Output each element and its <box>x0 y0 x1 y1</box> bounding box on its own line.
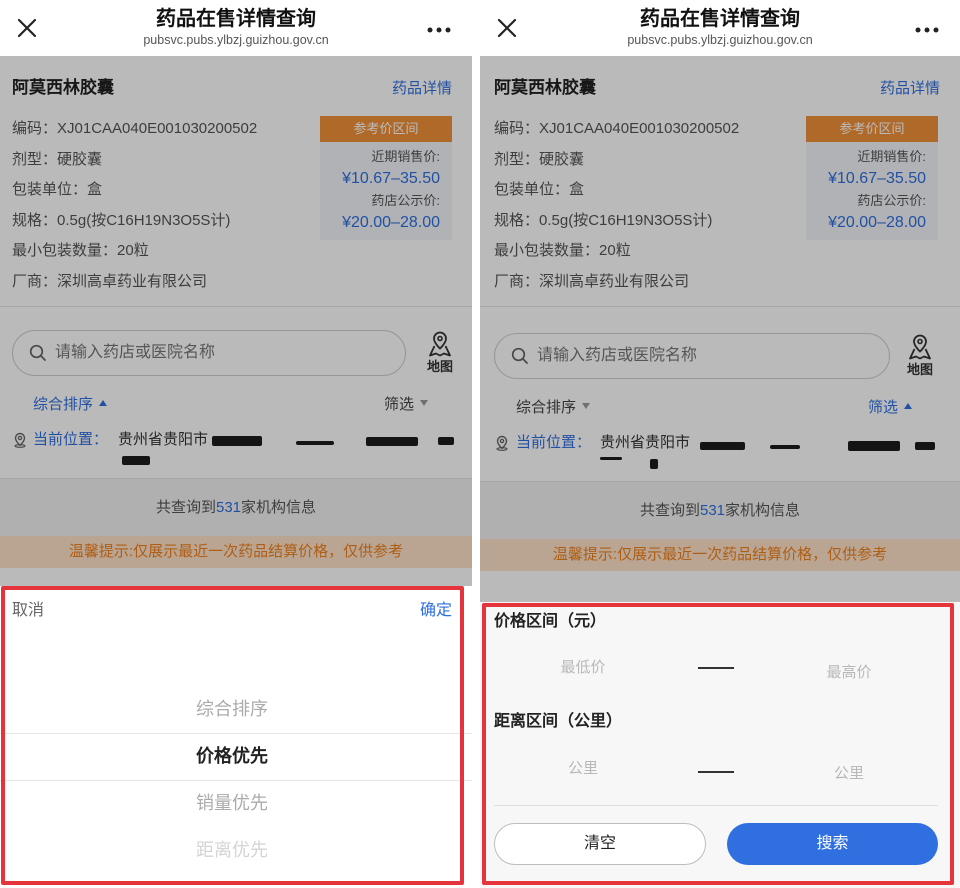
more-button[interactable] <box>914 18 940 42</box>
more-icon <box>915 27 939 33</box>
picker-cancel-button[interactable]: 取消 <box>12 601 44 621</box>
more-icon <box>427 27 451 33</box>
screen-sort-picker: 药品在售详情查询 pubsvc.pubs.ylbzj.guizhou.gov.c… <box>0 0 472 888</box>
screen-filter-panel: 药品在售详情查询 pubsvc.pubs.ylbzj.guizhou.gov.c… <box>480 0 960 888</box>
price-range-title: 价格区间（元） <box>494 613 607 630</box>
price-min-input[interactable] <box>498 652 668 682</box>
page-title: 药品在售详情查询 <box>156 8 316 30</box>
more-button[interactable] <box>426 18 452 42</box>
nav-header: 药品在售详情查询 pubsvc.pubs.ylbzj.guizhou.gov.c… <box>0 0 472 56</box>
distance-range-title: 距离区间（公里） <box>494 713 623 730</box>
page-domain: pubsvc.pubs.ylbzj.guizhou.gov.cn <box>627 33 813 47</box>
distance-max-input[interactable] <box>764 758 934 788</box>
picker-confirm-button[interactable]: 确定 <box>420 601 452 621</box>
clear-button[interactable]: 清空 <box>494 823 706 865</box>
divider <box>494 805 938 806</box>
price-max-input[interactable] <box>764 657 934 687</box>
filter-sheet: 价格区间（元） 距离区间（公里） 清空 搜索 <box>480 602 960 888</box>
nav-header: 药品在售详情查询 pubsvc.pubs.ylbzj.guizhou.gov.c… <box>480 0 960 56</box>
distance-min-input[interactable] <box>498 753 668 783</box>
range-dash <box>698 667 734 669</box>
picker-option[interactable]: 价格优先 <box>0 733 464 780</box>
range-dash <box>698 771 734 773</box>
sort-picker-sheet: 取消 确定 综合排序 价格优先 销量优先 距离优先 <box>0 586 472 888</box>
picker-option[interactable]: 综合排序 <box>0 686 464 733</box>
sort-picker-options[interactable]: 综合排序 价格优先 销量优先 距离优先 <box>0 686 464 874</box>
picker-option[interactable]: 距离优先 <box>0 827 464 874</box>
page-domain: pubsvc.pubs.ylbzj.guizhou.gov.cn <box>143 33 329 47</box>
picker-option[interactable]: 销量优先 <box>0 780 464 827</box>
search-button[interactable]: 搜索 <box>727 823 938 865</box>
page-title: 药品在售详情查询 <box>640 8 800 30</box>
